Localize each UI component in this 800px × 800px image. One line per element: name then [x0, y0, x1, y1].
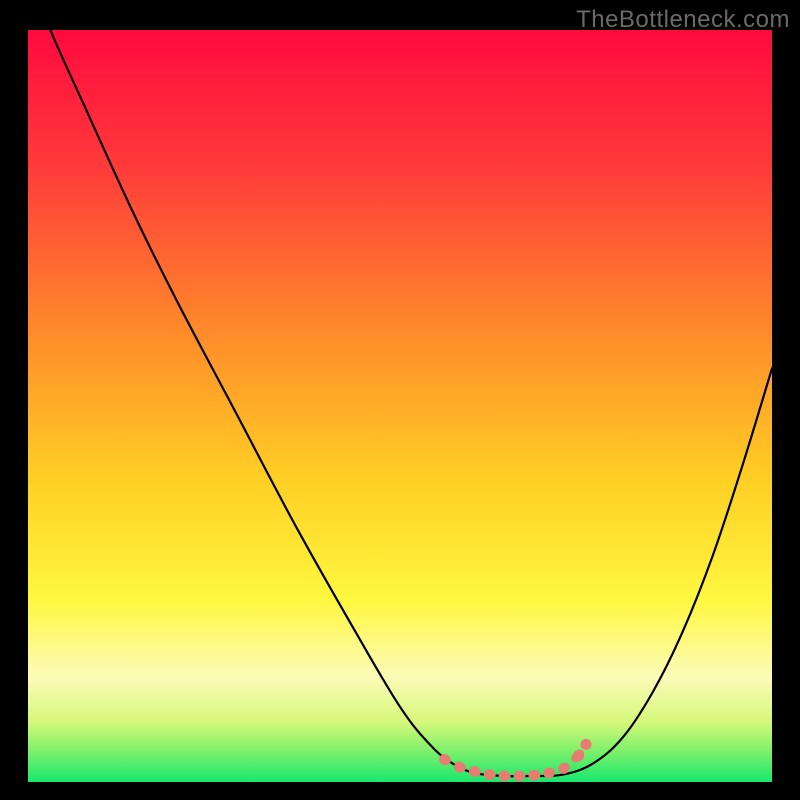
optimal-point-marker — [454, 761, 465, 772]
optimal-point-marker — [484, 769, 495, 780]
bottleneck-chart — [28, 30, 772, 782]
optimal-point-marker — [499, 770, 510, 781]
optimal-point-marker — [469, 766, 480, 777]
optimal-point-marker — [514, 770, 525, 781]
optimal-point-marker — [439, 754, 450, 765]
chart-background-gradient — [28, 30, 772, 782]
optimal-point-marker — [573, 750, 584, 761]
optimal-point-marker — [581, 739, 592, 750]
chart-frame — [28, 30, 772, 782]
optimal-point-marker — [543, 767, 554, 778]
optimal-point-marker — [528, 770, 539, 781]
watermark-text: TheBottleneck.com — [576, 6, 790, 34]
optimal-point-marker — [558, 763, 569, 774]
